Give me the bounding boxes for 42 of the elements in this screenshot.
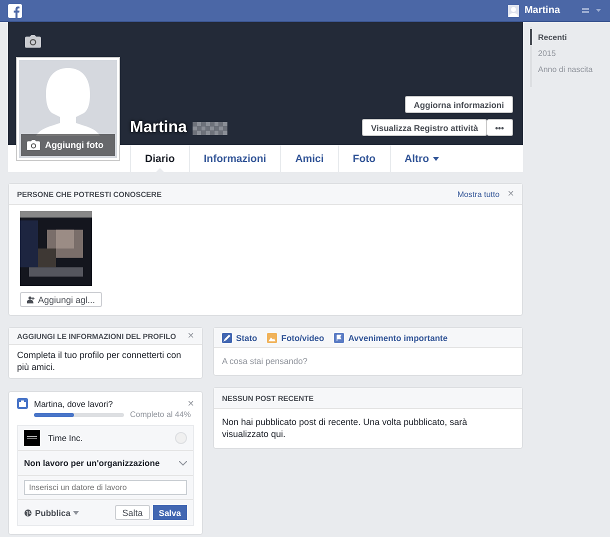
logo-icon[interactable] <box>8 4 22 18</box>
timeline-link[interactable]: Recenti <box>530 29 599 45</box>
profile-name: Martina <box>130 119 187 137</box>
radio-button[interactable] <box>175 432 187 444</box>
add-person-icon <box>27 296 35 304</box>
update-info-button[interactable]: Aggiorna informazioni <box>404 96 513 113</box>
briefcase-icon <box>17 398 28 410</box>
redacted-mark <box>190 122 230 134</box>
camera-icon <box>27 140 40 150</box>
card-text: Non hai pubblicato post di recente. Una volta pubblicato, sarà visualizzato qui. <box>221 416 468 441</box>
profile-picture[interactable]: Aggiungi foto <box>17 58 119 160</box>
save-button[interactable]: Salva <box>152 505 187 520</box>
chevron-down-icon[interactable] <box>179 460 187 466</box>
composer-action[interactable]: Avvenimento importante <box>334 332 448 342</box>
show-all-link[interactable]: Mostra tutto <box>457 190 500 198</box>
company-logo-icon <box>24 430 40 446</box>
activity-log-button[interactable]: Visualizza Registro attività <box>362 119 488 136</box>
caret-icon <box>73 510 80 515</box>
pencil-icon <box>222 332 232 342</box>
card-text: Completa il tuo profilo per connetterti con più amici. <box>16 349 182 374</box>
image-icon <box>267 332 278 342</box>
profile-tab[interactable]: Informazioni <box>188 145 280 172</box>
company-option[interactable]: Time Inc. <box>48 433 83 444</box>
employer-input-field[interactable]: Inserisci un datore di lavoro <box>24 480 187 496</box>
add-friend-button[interactable]: Aggiungi agl... <box>20 292 102 307</box>
profile-tab[interactable]: Foto <box>338 145 390 172</box>
globe-icon <box>24 508 32 517</box>
avatar-icon[interactable] <box>508 4 520 16</box>
profile-tab[interactable]: Amici <box>280 145 338 172</box>
skip-button[interactable]: Salta <box>115 505 150 520</box>
composer-action[interactable]: Foto/video <box>267 332 324 342</box>
profile-tab[interactable]: Diario <box>130 145 189 172</box>
composer-action[interactable]: Stato <box>222 332 258 342</box>
more-button[interactable]: ••• <box>487 119 513 136</box>
work-question: Martina, dove lavori? <box>34 399 113 410</box>
privacy-selector[interactable]: Pubblica <box>35 508 70 518</box>
camera-icon[interactable] <box>25 35 41 48</box>
flag-icon <box>334 332 344 342</box>
profile-tab[interactable]: Altro <box>390 145 454 172</box>
user-name-link[interactable]: Martina <box>524 5 560 16</box>
progress-label: Completo al 44% <box>130 410 191 420</box>
no-organization-option[interactable]: Non lavoro per un'organizzazione <box>24 458 160 468</box>
